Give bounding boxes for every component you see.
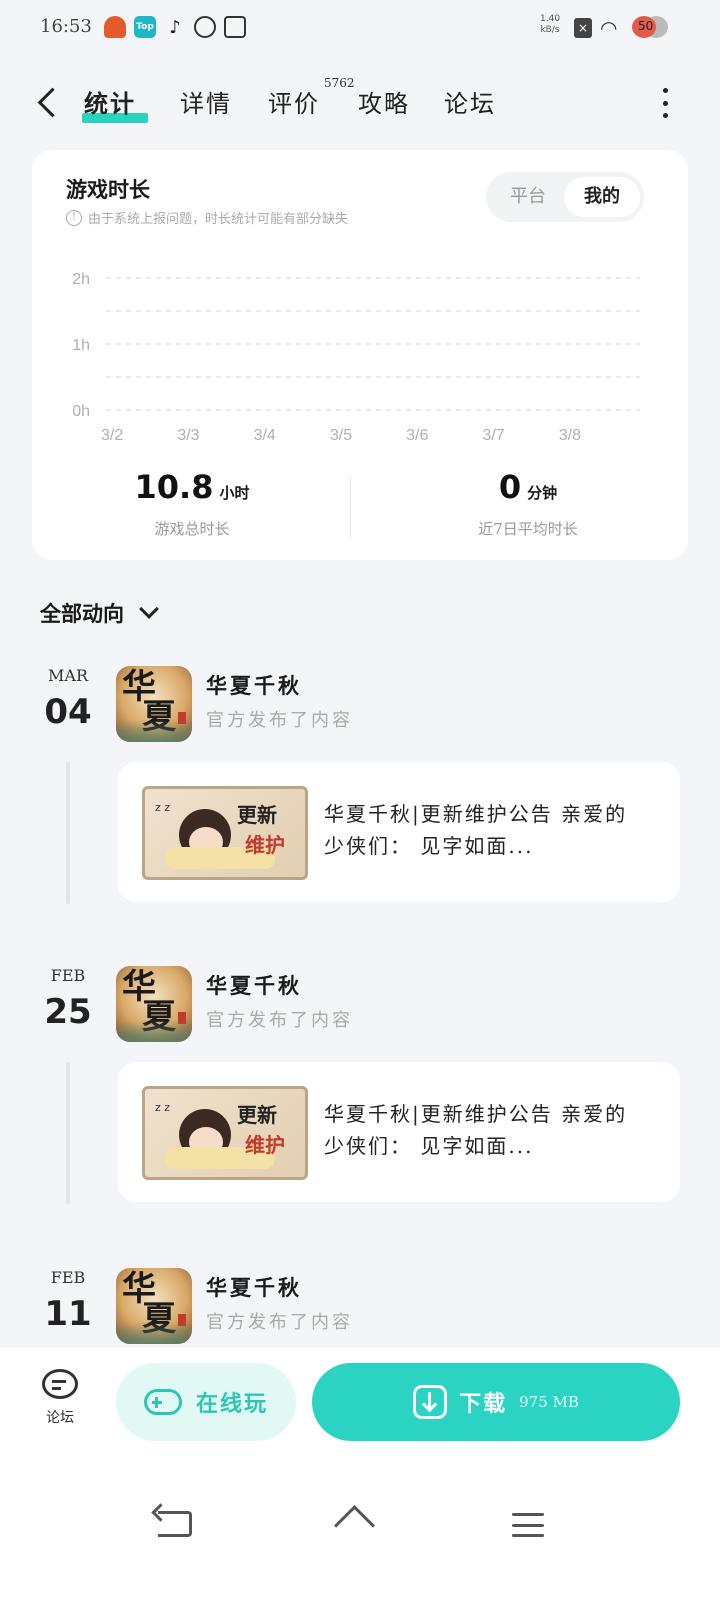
leaf-icon xyxy=(194,16,216,38)
download-button[interactable]: 下载 975 MB xyxy=(312,1363,680,1441)
chart-x-tick-label: 3/7 xyxy=(482,427,504,444)
notification-icons: Top ♪ xyxy=(104,16,246,38)
feed-date-month: FEB xyxy=(50,966,86,985)
tab-forum[interactable]: 论坛 xyxy=(444,84,496,119)
post-excerpt: 华夏千秋|更新维护公告 亲爱的少侠们： 见字如面... xyxy=(324,1102,628,1158)
source-toggle: 平台 我的 xyxy=(486,172,644,222)
playtime-chart-svg: 2h 1h 0h 3/2 3/3 3/4 3/5 3/6 3/7 3/8 xyxy=(72,271,640,444)
feed-filter-dropdown[interactable]: 全部动向 xyxy=(40,598,159,628)
post-thumbnail: z z 更新 维护 xyxy=(142,786,308,880)
bottom-action-bar: 论坛 在线玩 下载 975 MB xyxy=(0,1346,720,1605)
game-name[interactable]: 华夏千秋 xyxy=(206,1272,302,1302)
no-sim-icon: × xyxy=(574,18,592,38)
network-speed-value: 1.40 xyxy=(540,14,561,24)
feed-action-text: 官方发布了内容 xyxy=(206,710,353,731)
chat-bubble-icon xyxy=(42,1369,78,1399)
post-excerpt: 华夏千秋|更新维护公告 亲爱的少侠们： 见字如面... xyxy=(324,802,628,858)
game-name[interactable]: 华夏千秋 xyxy=(206,970,302,1000)
total-playtime-unit: 小时 xyxy=(219,484,250,502)
tab-reviews[interactable]: 评价 xyxy=(268,84,320,119)
playtime-chart: 2h 1h 0h 3/2 3/3 3/4 3/5 3/6 3/7 3/8 xyxy=(32,260,688,450)
toggle-mine[interactable]: 我的 xyxy=(564,177,640,217)
wifi-icon: ◠ xyxy=(600,16,618,40)
game-icon[interactable]: 华夏 xyxy=(116,666,192,742)
info-icon: ! xyxy=(66,209,82,226)
top-nav: 统计 详情 评价 5762 攻略 论坛 xyxy=(0,70,720,134)
wallet-icon xyxy=(224,16,246,38)
chart-x-tick-label: 3/3 xyxy=(177,427,199,444)
notice-text: 由于系统上报问题，时长统计可能有部分缺失 xyxy=(88,212,349,227)
game-icon[interactable]: 华夏 xyxy=(116,966,192,1042)
battery-level: 50 xyxy=(638,19,654,33)
total-playtime-value: 10.8 xyxy=(134,468,214,506)
status-time: 16:53 xyxy=(40,16,92,37)
feed-action-text: 官方发布了内容 xyxy=(206,1312,353,1333)
feed-date-day: 04 xyxy=(44,692,92,732)
download-icon xyxy=(413,1385,448,1419)
play-online-button[interactable]: 在线玩 xyxy=(116,1363,296,1441)
chart-x-tick-label: 3/8 xyxy=(559,427,581,444)
playtime-notice: ! 由于系统上报问题，时长统计可能有部分缺失 xyxy=(66,208,348,227)
download-label: 下载 xyxy=(459,1391,508,1417)
average-playtime: 0 分钟 近7日平均时长 xyxy=(368,468,688,539)
battery-icon: 50 xyxy=(632,16,668,38)
chart-x-tick-label: 3/2 xyxy=(101,427,123,444)
feed-date-day: 25 xyxy=(44,992,92,1032)
feed-item: FEB 25 华夏 华夏千秋 官方发布了内容 z z 更新 维护 华夏千秋|更新… xyxy=(0,966,720,1206)
tab-details[interactable]: 详情 xyxy=(180,84,232,119)
chart-x-tick-label: 3/5 xyxy=(330,427,352,444)
back-button[interactable] xyxy=(34,84,62,120)
network-speed: 1.40 kB/s xyxy=(540,14,560,36)
game-name[interactable]: 华夏千秋 xyxy=(206,670,302,700)
chart-y-tick-label: 0h xyxy=(72,403,90,420)
chart-x-tick-label: 3/6 xyxy=(406,427,428,444)
top-app-icon: Top xyxy=(134,16,156,38)
chart-x-tick-label: 3/4 xyxy=(254,427,276,444)
game-app-icon xyxy=(104,16,126,38)
more-options-button[interactable] xyxy=(660,88,670,118)
chart-y-tick-label: 2h xyxy=(72,271,90,288)
feed-action-text: 官方发布了内容 xyxy=(206,1010,353,1031)
average-playtime-unit: 分钟 xyxy=(527,484,558,502)
chevron-down-icon xyxy=(139,599,159,619)
post-card[interactable]: z z 更新 维护 华夏千秋|更新维护公告 亲爱的少侠们： 见字如面... xyxy=(118,762,680,902)
gamepad-icon xyxy=(143,1389,182,1415)
post-thumbnail: z z 更新 维护 xyxy=(142,1086,308,1180)
feed-item: MAR 04 华夏 华夏千秋 官方发布了内容 z z 更新 维护 华夏千秋|更新… xyxy=(0,666,720,906)
feed-date-day: 11 xyxy=(44,1294,92,1334)
system-back-button[interactable] xyxy=(158,1511,192,1537)
average-playtime-value: 0 xyxy=(498,468,522,506)
post-card[interactable]: z z 更新 维护 华夏千秋|更新维护公告 亲爱的少侠们： 见字如面... xyxy=(118,1062,680,1202)
chart-y-tick-label: 1h xyxy=(72,337,90,354)
timeline-line xyxy=(66,1062,70,1204)
status-bar: 16:53 Top ♪ 1.40 kB/s × ◠ 50 xyxy=(0,0,720,56)
play-online-label: 在线玩 xyxy=(195,1391,268,1417)
feed-date-month: FEB xyxy=(50,1268,86,1287)
review-count-badge: 5762 xyxy=(324,76,355,90)
system-recents-button[interactable] xyxy=(512,1513,544,1537)
feed-item: FEB 11 华夏 华夏千秋 官方发布了内容 xyxy=(0,1268,720,1346)
game-icon[interactable]: 华夏 xyxy=(116,1268,192,1344)
tab-guides[interactable]: 攻略 xyxy=(358,84,410,119)
total-playtime-label: 游戏总时长 xyxy=(154,520,230,538)
stat-divider xyxy=(350,476,351,538)
feed-filter-label: 全部动向 xyxy=(40,601,124,626)
forum-label: 论坛 xyxy=(46,1410,74,1426)
feed-date-month: MAR xyxy=(48,666,88,685)
system-home-button[interactable] xyxy=(336,1511,372,1539)
network-speed-unit: kB/s xyxy=(540,25,560,35)
playtime-card: 游戏时长 ! 由于系统上报问题，时长统计可能有部分缺失 平台 我的 2h 1h 0h… xyxy=(32,150,688,560)
tab-stats[interactable]: 统计 xyxy=(84,84,136,119)
toggle-platform[interactable]: 平台 xyxy=(490,177,566,217)
download-size: 975 MB xyxy=(519,1393,579,1411)
total-playtime: 10.8 小时 游戏总时长 xyxy=(32,468,352,539)
timeline-line xyxy=(66,762,70,904)
playtime-title: 游戏时长 xyxy=(66,177,150,202)
tiktok-icon: ♪ xyxy=(169,16,181,38)
average-playtime-label: 近7日平均时长 xyxy=(478,520,578,538)
forum-button[interactable]: 论坛 xyxy=(30,1369,90,1427)
